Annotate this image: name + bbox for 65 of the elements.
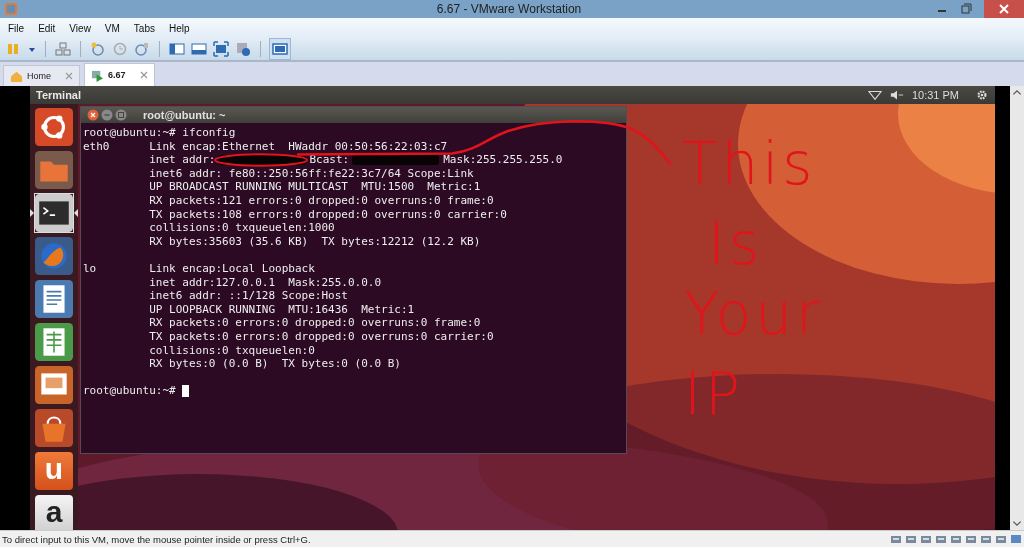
clock[interactable]: 10:31 PM <box>911 89 959 101</box>
settings-icon[interactable] <box>975 89 989 101</box>
tab[interactable]: 6.67 <box>84 63 155 86</box>
message-icon[interactable] <box>1010 533 1022 545</box>
menu-item[interactable]: Help <box>169 22 190 34</box>
menu-item[interactable]: VM <box>104 22 120 34</box>
terminal-text: Mask:255.255.255.0 <box>443 153 563 167</box>
app-icon <box>4 2 18 16</box>
device-icon[interactable] <box>935 533 947 545</box>
terminal-text: inet addr: <box>149 153 216 167</box>
fullscreen-icon[interactable] <box>213 41 229 57</box>
volume-icon[interactable] <box>889 89 904 101</box>
terminal-text: Bcast: <box>309 153 350 167</box>
terminal-line: inet addr:127.0.0.1 Mask:255.0.0.0 <box>149 275 381 290</box>
close-button[interactable] <box>984 0 1024 18</box>
terminal-line: Link encap:Ethernet HWaddr 00:50:56:22:03:c7 <box>149 139 448 154</box>
terminal-line: TX packets:0 errors:0 dropped:0 overruns:0 carrier:0 <box>149 329 494 344</box>
interface-name: lo <box>83 261 97 275</box>
terminal-line: root@ubuntu:~# ifconfig <box>83 126 237 140</box>
device-icon[interactable] <box>905 533 917 545</box>
terminal-line: RX bytes:35603 (35.6 KB) TX bytes:12212 (12.2 KB) <box>149 234 481 249</box>
terminal-line: RX bytes:0 (0.0 B) TX bytes:0 (0.0 B) <box>149 357 401 371</box>
terminal-line: inet6 addr: ::1/128 Scope:Host <box>149 289 348 303</box>
device-icon[interactable] <box>995 533 1007 545</box>
text-cursor <box>182 385 190 398</box>
handwritten-note: This <box>682 132 817 196</box>
terminal-line: RX packets:0 errors:0 dropped:0 overruns:0 frame:0 <box>149 316 481 330</box>
interface-name: eth0 <box>83 139 110 153</box>
status-text: To direct input to this VM, move the mouse pointer inside or press Ctrl+G. <box>2 533 311 545</box>
close-icon[interactable] <box>139 71 148 79</box>
launcher-item[interactable] <box>30 194 78 232</box>
menu-item[interactable]: View <box>69 22 91 34</box>
app-title: Terminal <box>36 89 82 101</box>
terminal-line: inet6 addr: fe80::250:56ff:fe22:3c7/64 Scope:Link <box>149 166 474 181</box>
device-icon[interactable] <box>965 533 977 545</box>
menu-item[interactable]: Edit <box>38 22 56 34</box>
handwritten-note: Is <box>708 212 764 276</box>
tab[interactable]: Home <box>3 65 80 86</box>
terminal-title: root@ubuntu: ~ <box>143 109 226 121</box>
maximize-button[interactable] <box>115 109 127 121</box>
vm-icon <box>91 68 104 82</box>
terminal-line: RX packets:121 errors:0 dropped:0 overruns:0 frame:0 <box>149 193 494 208</box>
terminal-line: Link encap:Local Loopback <box>149 261 315 276</box>
terminal-line: UP BROADCAST RUNNING MULTICAST MTU:1500 Metric:1 <box>149 180 481 194</box>
close-button[interactable] <box>87 109 99 121</box>
terminal-line: TX packets:108 errors:0 dropped:0 overruns:0 carrier:0 <box>149 207 507 222</box>
unity-view-icon[interactable] <box>270 39 290 59</box>
network-icon[interactable] <box>867 89 882 101</box>
terminal-line: UP LOOPBACK RUNNING MTU:16436 Metric:1 <box>149 302 415 317</box>
console-view-icon[interactable] <box>191 41 207 57</box>
menu-item[interactable]: Tabs <box>133 22 155 34</box>
handwritten-note: IP <box>684 362 745 426</box>
close-icon[interactable] <box>65 72 73 80</box>
device-icon[interactable] <box>980 533 992 545</box>
terminal-line: collisions:0 txqueuelen:0 <box>149 343 315 358</box>
device-icon[interactable] <box>950 533 962 545</box>
home-icon <box>10 69 23 83</box>
device-icon[interactable] <box>890 533 902 545</box>
sidebar-view-icon[interactable] <box>169 41 185 57</box>
terminal-line: collisions:0 txqueuelen:1000 <box>149 221 335 235</box>
terminal-prompt: root@ubuntu:~# <box>83 384 176 398</box>
menu-item[interactable]: File <box>8 22 25 34</box>
device-icon[interactable] <box>920 533 932 545</box>
window-title: 6.67 - VMware Workstation <box>435 2 583 16</box>
handwritten-note: Your <box>684 282 824 346</box>
